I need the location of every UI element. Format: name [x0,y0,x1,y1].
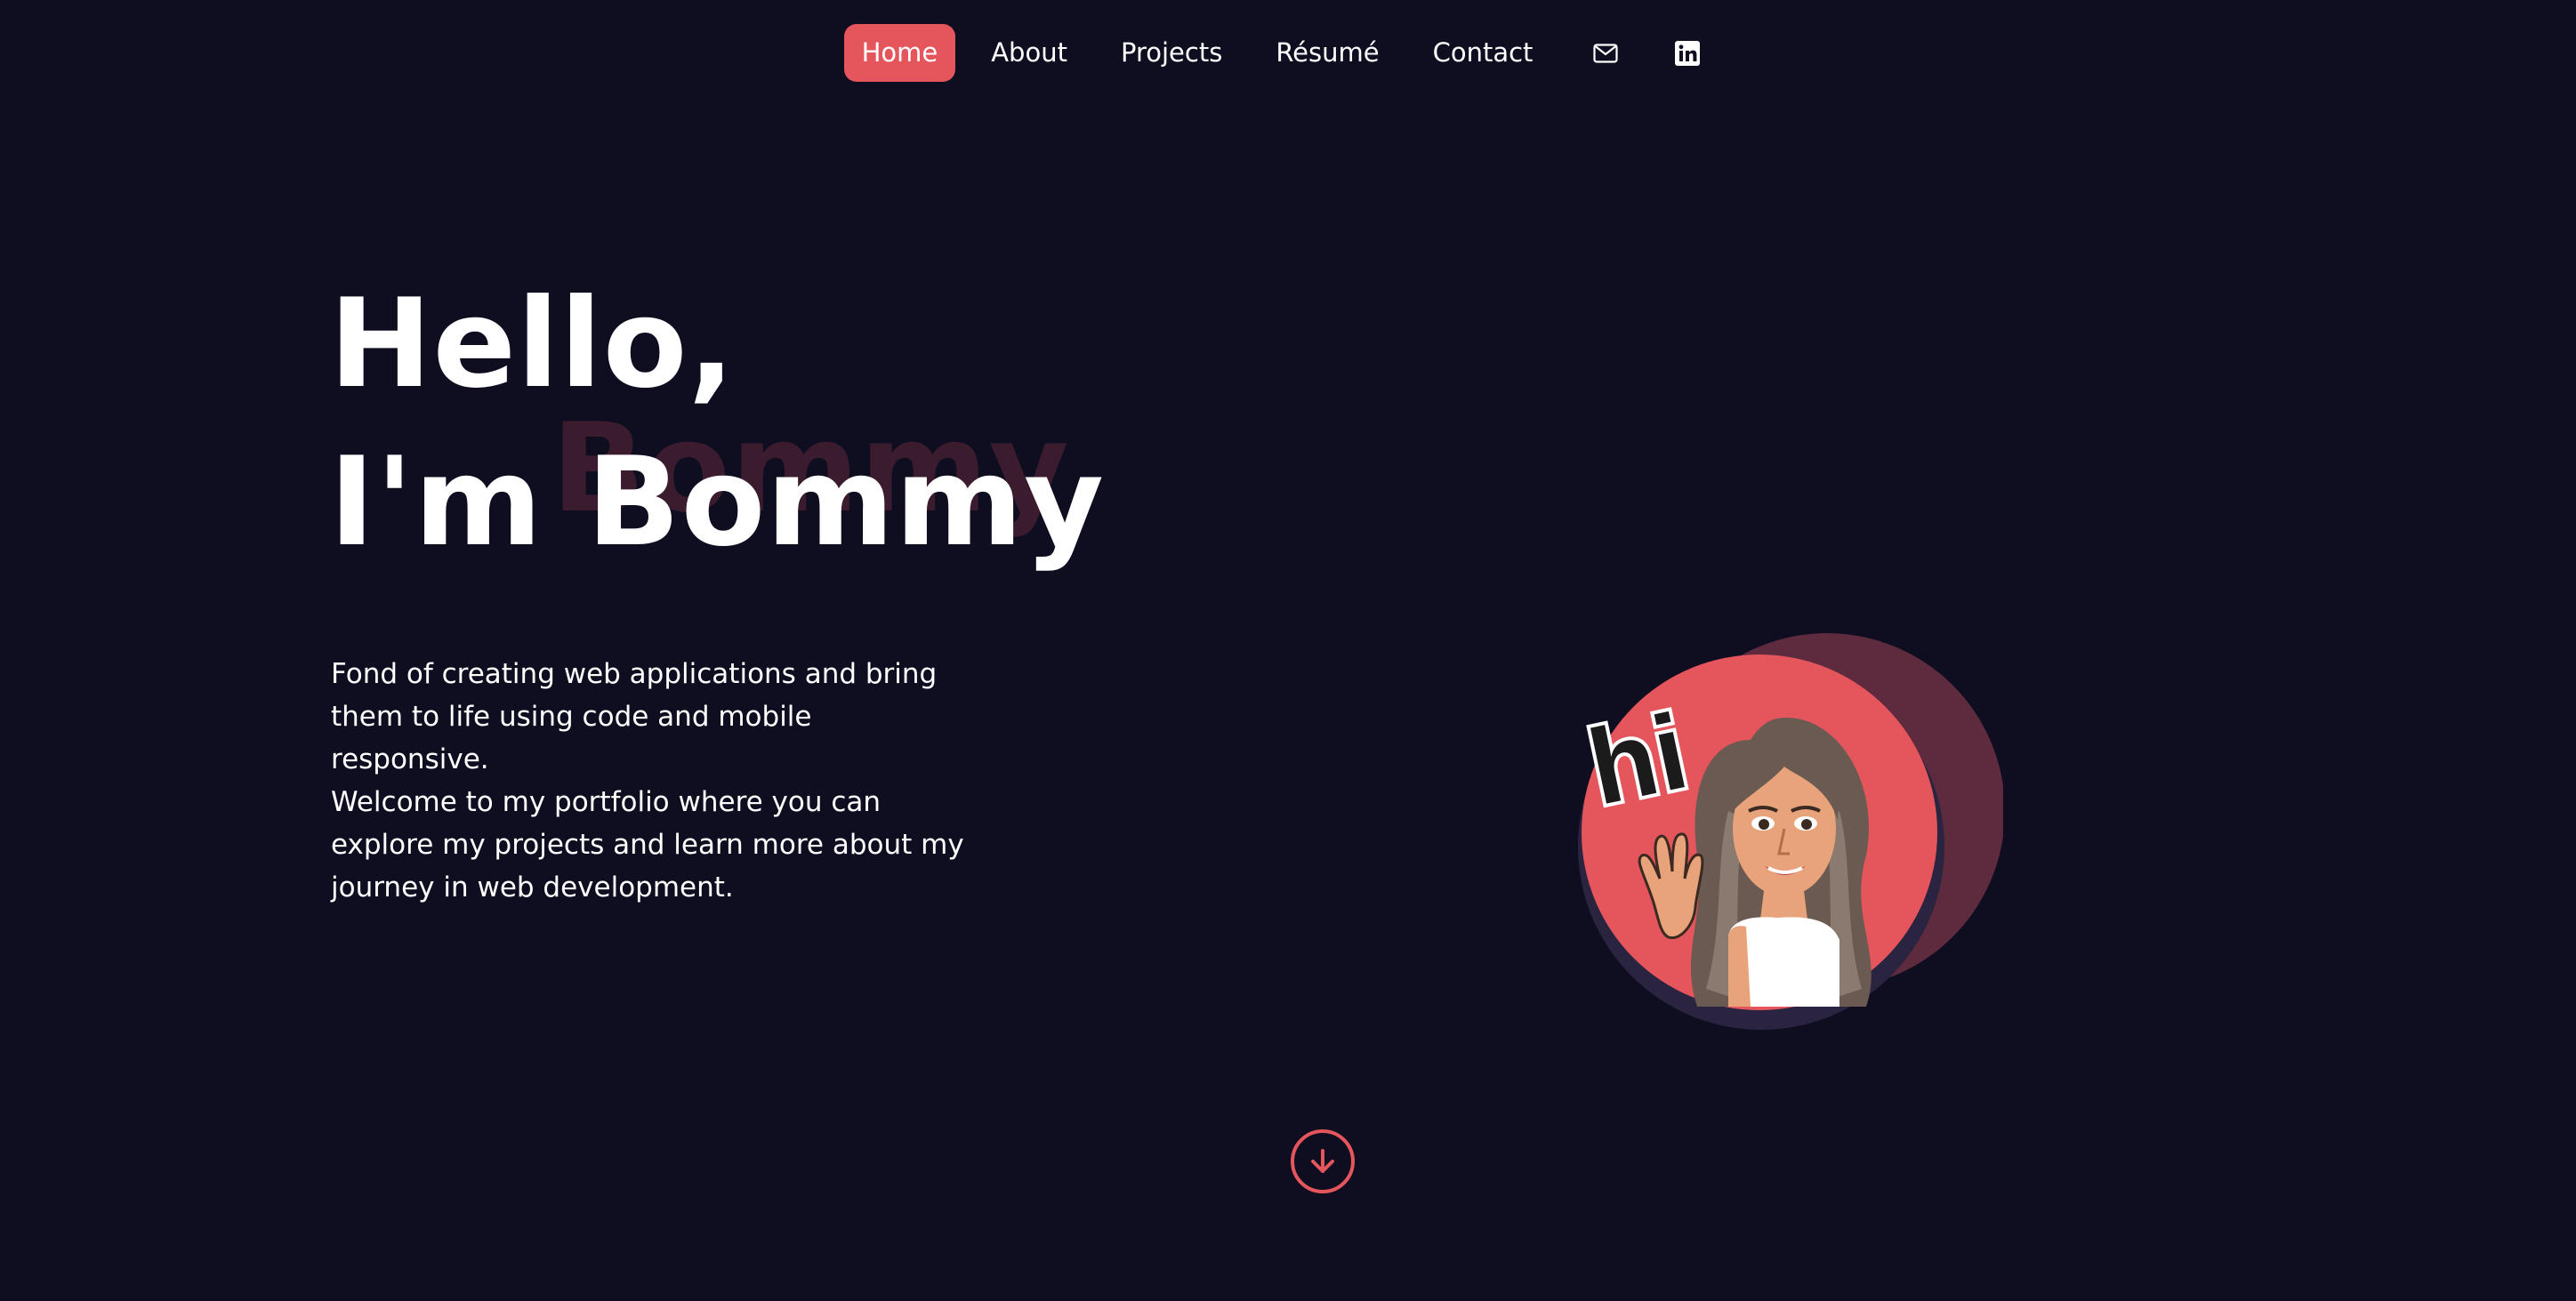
mail-icon[interactable] [1581,28,1630,78]
nav-home[interactable]: Home [843,24,956,82]
nav-projects[interactable]: Projects [1103,24,1240,82]
scroll-down-button[interactable] [1291,1129,1355,1193]
hero-greeting: Hello, [329,272,736,415]
hero-description-1: Fond of creating web applications and br… [331,658,938,775]
hero-description-2: Welcome to my portfolio where you can ex… [331,786,964,903]
nav-bar: Home About Projects Résumé Contact [843,24,1733,82]
arrow-down-icon [1311,1149,1334,1173]
nav-about[interactable]: About [973,24,1085,82]
avatar-illustration: hi [1573,633,2005,1030]
page: Home About Projects Résumé Contact Bommy… [0,0,2576,1301]
top-navigation: Home About Projects Résumé Contact [0,24,2576,82]
nav-resume[interactable]: Résumé [1258,24,1397,82]
hero-title: Hello, I'm Bommy [329,265,1105,582]
hero-name: I'm Bommy [329,430,1105,574]
nav-contact[interactable]: Contact [1415,24,1551,82]
linkedin-icon[interactable] [1662,28,1712,78]
